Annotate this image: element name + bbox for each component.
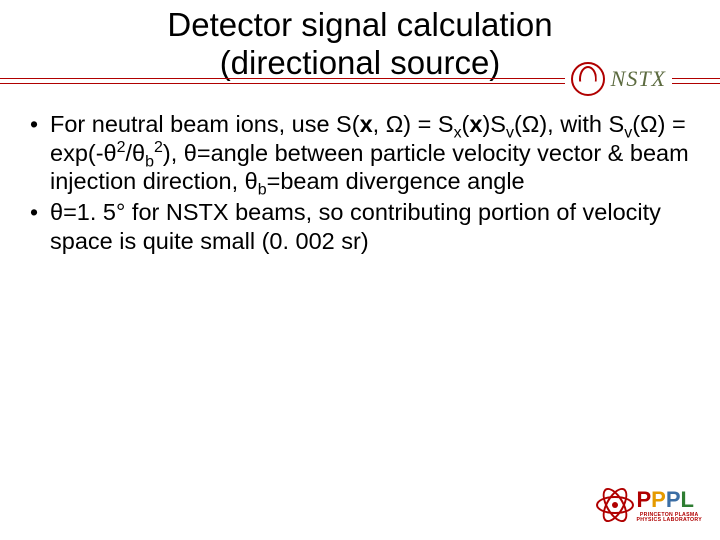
bullet-item: θ=1. 5° for NSTX beams, so contributing … <box>28 198 698 255</box>
header-rule: NSTX <box>0 72 720 96</box>
title-line-1: Detector signal calculation <box>0 6 720 44</box>
content-area: For neutral beam ions, use S(x, Ω) = Sx(… <box>0 96 720 255</box>
pppl-subtitle: PRINCETON PLASMAPHYSICS LABORATORY <box>636 513 702 523</box>
nstx-brand: NSTX <box>565 62 672 96</box>
pppl-acronym: PPPL <box>636 487 694 513</box>
nstx-text: NSTX <box>611 66 666 92</box>
pppl-logo: PPPL PRINCETON PLASMAPHYSICS LABORATORY <box>596 486 702 524</box>
bullet-list: For neutral beam ions, use S(x, Ω) = Sx(… <box>28 110 698 255</box>
atom-icon <box>596 486 634 524</box>
nstx-circle-icon <box>571 62 605 96</box>
bullet-item: For neutral beam ions, use S(x, Ω) = Sx(… <box>28 110 698 196</box>
